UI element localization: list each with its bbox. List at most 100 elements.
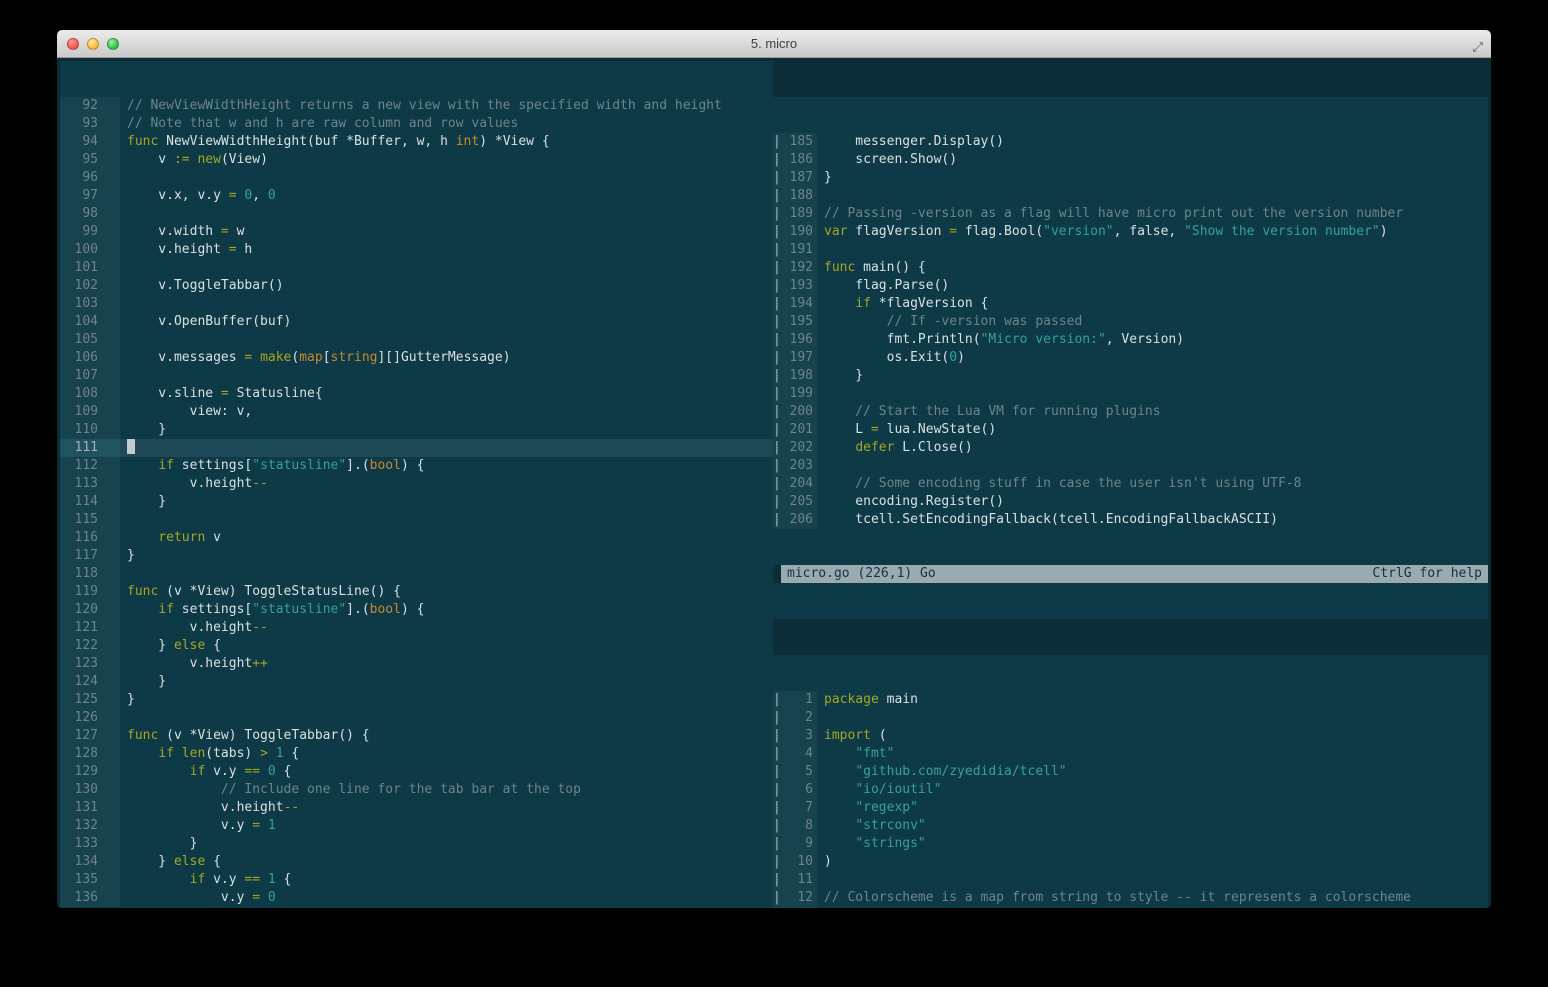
code-line[interactable]: |202 defer L.Close() <box>773 439 1488 457</box>
line-number: 123 <box>60 655 120 673</box>
resize-icon[interactable] <box>1472 38 1484 50</box>
code-line[interactable]: 121 v.height-- <box>60 619 773 637</box>
code-line[interactable]: 128 if len(tabs) > 1 { <box>60 745 773 763</box>
line-number-gutter: |206 <box>773 511 817 529</box>
line-number: 11 <box>781 871 817 889</box>
code-line[interactable]: |197 os.Exit(0) <box>773 349 1488 367</box>
title-bar[interactable]: 5. micro <box>57 30 1491 58</box>
code-line[interactable]: | 8 "strconv" <box>773 817 1488 835</box>
code-line[interactable]: |194 if *flagVersion { <box>773 295 1488 313</box>
code-line[interactable]: 98 <box>60 205 773 223</box>
code-line[interactable]: |198 } <box>773 367 1488 385</box>
code-line[interactable]: |186 screen.Show() <box>773 151 1488 169</box>
line-number: 94 <box>60 133 120 151</box>
code-text: // Some encoding stuff in case the user … <box>817 475 1488 493</box>
code-line[interactable]: |206 tcell.SetEncodingFallback(tcell.Enc… <box>773 511 1488 529</box>
code-line[interactable]: 124 } <box>60 673 773 691</box>
code-line[interactable]: 114 } <box>60 493 773 511</box>
code-text: v.height-- <box>120 619 773 637</box>
code-line[interactable]: |195 // If -version was passed <box>773 313 1488 331</box>
code-line[interactable]: |205 encoding.Register() <box>773 493 1488 511</box>
code-line[interactable]: |200 // Start the Lua VM for running plu… <box>773 403 1488 421</box>
code-line[interactable]: | 9 "strings" <box>773 835 1488 853</box>
code-line[interactable]: 99 v.width = w <box>60 223 773 241</box>
code-line[interactable]: 131 v.height-- <box>60 799 773 817</box>
code-line[interactable]: |193 flag.Parse() <box>773 277 1488 295</box>
code-line[interactable]: 96 <box>60 169 773 187</box>
code-line[interactable]: 108 v.sline = Statusline{ <box>60 385 773 403</box>
code-line[interactable]: 109 view: v, <box>60 403 773 421</box>
code-line[interactable]: 97 v.x, v.y = 0, 0 <box>60 187 773 205</box>
code-text <box>120 367 773 385</box>
code-line[interactable]: | 7 "regexp" <box>773 799 1488 817</box>
code-text: // Note that w and h are raw column and … <box>120 115 773 133</box>
code-line[interactable]: 104 v.OpenBuffer(buf) <box>60 313 773 331</box>
code-line[interactable]: 120 if settings["statusline"].(bool) { <box>60 601 773 619</box>
code-line[interactable]: 112 if settings["statusline"].(bool) { <box>60 457 773 475</box>
code-line[interactable]: | 5 "github.com/zyedidia/tcell" <box>773 763 1488 781</box>
line-number-gutter: | 10 <box>773 853 817 871</box>
code-line[interactable]: | 11 <box>773 871 1488 889</box>
code-line[interactable]: 111 <box>60 439 773 457</box>
code-line[interactable]: |188 <box>773 187 1488 205</box>
code-line[interactable]: 117} <box>60 547 773 565</box>
code-line[interactable]: 126 <box>60 709 773 727</box>
code-line[interactable]: 129 if v.y == 0 { <box>60 763 773 781</box>
code-text: screen.Show() <box>817 151 1488 169</box>
code-line[interactable]: 134 } else { <box>60 853 773 871</box>
code-line[interactable]: |190var flagVersion = flag.Bool("version… <box>773 223 1488 241</box>
code-line[interactable]: |204 // Some encoding stuff in case the … <box>773 475 1488 493</box>
code-line[interactable]: 100 v.height = h <box>60 241 773 259</box>
code-line[interactable]: |201 L = lua.NewState() <box>773 421 1488 439</box>
code-line[interactable]: 135 if v.y == 1 { <box>60 871 773 889</box>
code-line[interactable]: 92// NewViewWidthHeight returns a new vi… <box>60 97 773 115</box>
code-line[interactable]: 122 } else { <box>60 637 773 655</box>
code-line[interactable]: | 3import ( <box>773 727 1488 745</box>
line-number-gutter: |185 <box>773 133 817 151</box>
line-number-gutter: 99 <box>60 223 120 241</box>
code-line[interactable]: 116 return v <box>60 529 773 547</box>
code-line[interactable]: | 1package main <box>773 691 1488 709</box>
code-line[interactable]: 103 <box>60 295 773 313</box>
code-line[interactable]: 101 <box>60 259 773 277</box>
code-line[interactable]: 130 // Include one line for the tab bar … <box>60 781 773 799</box>
code-line[interactable]: 94func NewViewWidthHeight(buf *Buffer, w… <box>60 133 773 151</box>
code-line[interactable]: | 10) <box>773 853 1488 871</box>
code-line[interactable]: 118 <box>60 565 773 583</box>
code-line[interactable]: |187} <box>773 169 1488 187</box>
editor-pane-colorscheme-go[interactable]: | 1package main| 2| 3import (| 4 "fmt"| … <box>773 655 1488 908</box>
code-text <box>817 241 1488 259</box>
code-line[interactable]: 119func (v *View) ToggleStatusLine() { <box>60 583 773 601</box>
code-line[interactable]: 102 v.ToggleTabbar() <box>60 277 773 295</box>
code-line[interactable]: 132 v.y = 1 <box>60 817 773 835</box>
editor-pane-micro-go[interactable]: |185 messenger.Display()|186 screen.Show… <box>773 97 1488 619</box>
code-line[interactable]: 127func (v *View) ToggleTabbar() { <box>60 727 773 745</box>
code-line[interactable]: 107 <box>60 367 773 385</box>
code-line[interactable]: |189// Passing -version as a flag will h… <box>773 205 1488 223</box>
code-line[interactable]: |185 messenger.Display() <box>773 133 1488 151</box>
code-line[interactable]: 93// Note that w and h are raw column an… <box>60 115 773 133</box>
code-line[interactable]: | 2 <box>773 709 1488 727</box>
code-line[interactable]: |191 <box>773 241 1488 259</box>
code-line[interactable]: | 6 "io/ioutil" <box>773 781 1488 799</box>
code-line[interactable]: 113 v.height-- <box>60 475 773 493</box>
code-line[interactable]: 95 v := new(View) <box>60 151 773 169</box>
code-line[interactable]: 133 } <box>60 835 773 853</box>
code-line[interactable]: 115 <box>60 511 773 529</box>
code-line[interactable]: 136 v.y = 0 <box>60 889 773 907</box>
line-number-gutter: 107 <box>60 367 120 385</box>
code-line[interactable]: |192func main() { <box>773 259 1488 277</box>
code-line[interactable]: 125} <box>60 691 773 709</box>
code-line[interactable]: | 12// Colorscheme is a map from string … <box>773 889 1488 907</box>
code-line[interactable]: 106 v.messages = make(map[string][]Gutte… <box>60 349 773 367</box>
code-line[interactable]: |199 <box>773 385 1488 403</box>
code-line[interactable]: 123 v.height++ <box>60 655 773 673</box>
code-line[interactable]: | 13type Colorscheme map[string]tcell.St… <box>773 907 1488 908</box>
code-text: encoding.Register() <box>817 493 1488 511</box>
code-line[interactable]: | 4 "fmt" <box>773 745 1488 763</box>
code-line[interactable]: |196 fmt.Println("Micro version:", Versi… <box>773 331 1488 349</box>
code-line[interactable]: 110 } <box>60 421 773 439</box>
code-line[interactable]: 105 <box>60 331 773 349</box>
code-line[interactable]: |203 <box>773 457 1488 475</box>
editor-pane-view-go[interactable]: 92// NewViewWidthHeight returns a new vi… <box>60 61 773 908</box>
